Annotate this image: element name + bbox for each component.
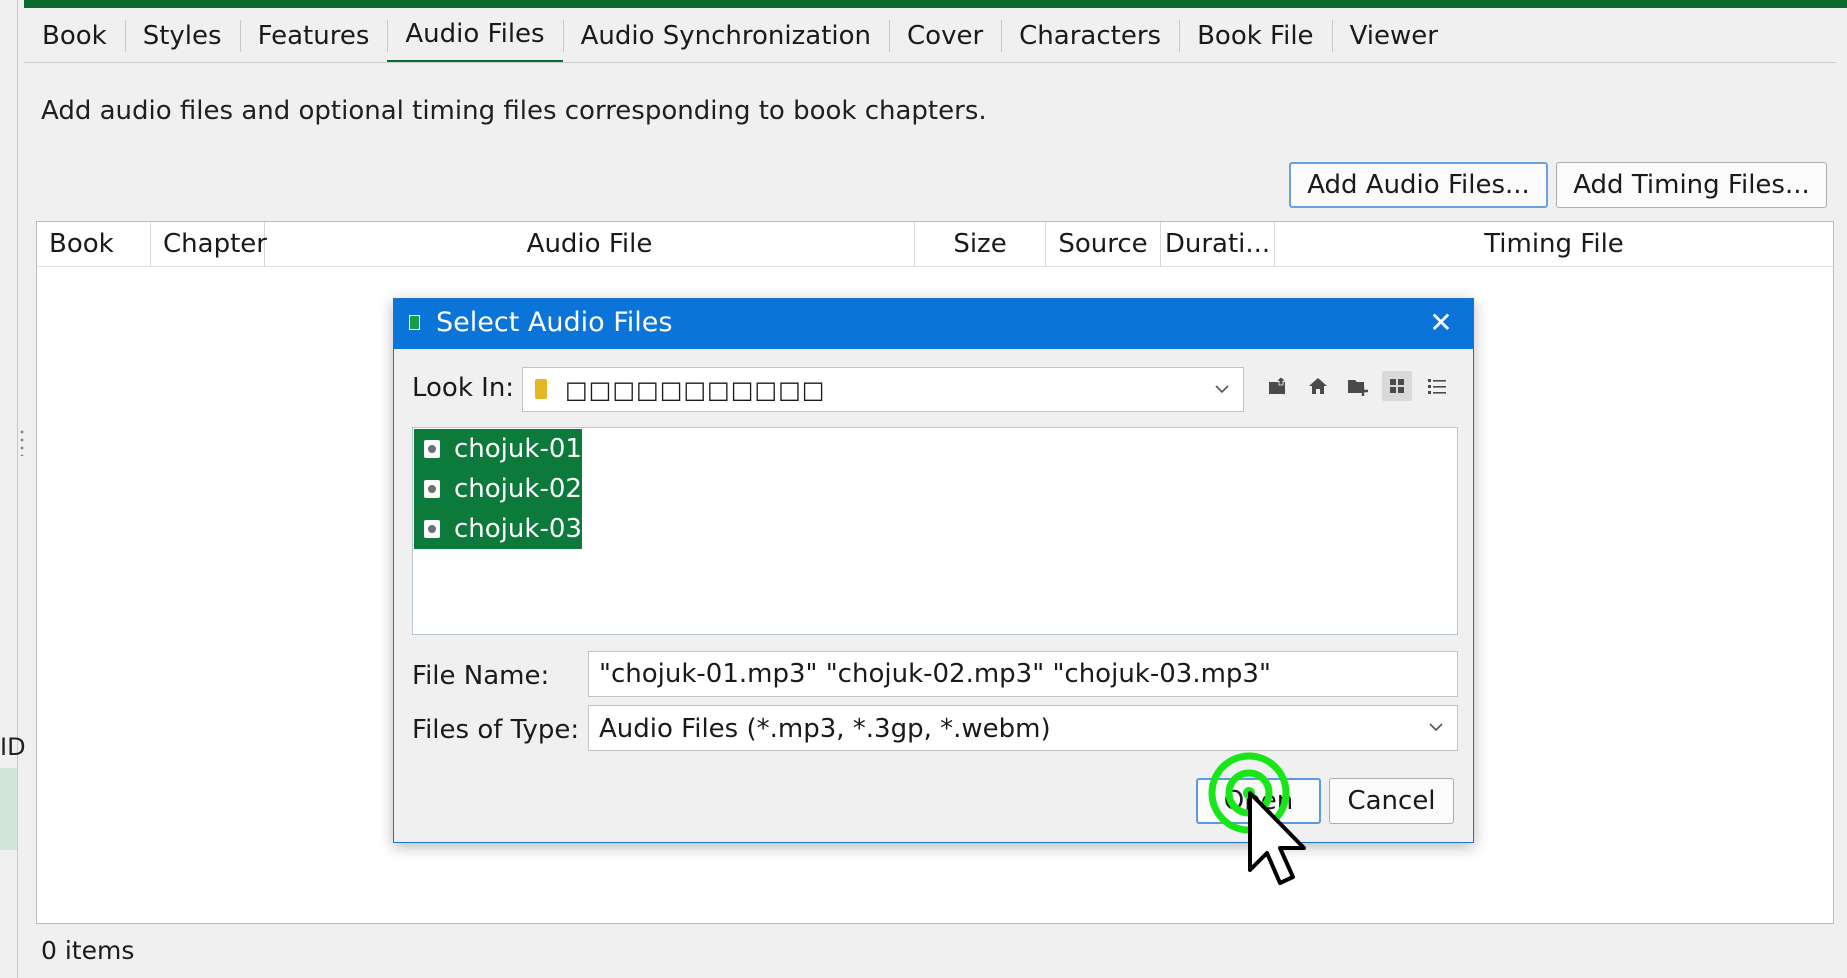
tab-label: Book File: [1197, 20, 1314, 51]
column-header-duration[interactable]: Durati...: [1161, 222, 1275, 266]
details-view-icon[interactable]: [1422, 371, 1452, 401]
file-item-chojuk-02[interactable]: chojuk-02: [414, 469, 582, 509]
new-folder-icon[interactable]: [1343, 371, 1373, 401]
cancel-button[interactable]: Cancel: [1329, 778, 1454, 824]
chevron-down-icon: [1429, 723, 1443, 732]
column-header-chapter[interactable]: Chapter: [151, 222, 267, 266]
tab-audio-synchronization[interactable]: Audio Synchronization: [562, 8, 889, 63]
top-accent-bar: [24, 0, 1847, 8]
add-timing-files-button[interactable]: Add Timing Files...: [1556, 162, 1827, 208]
file-name-input[interactable]: "chojuk-01.mp3" "chojuk-02.mp3" "chojuk-…: [588, 651, 1458, 697]
tab-label: Audio Synchronization: [580, 20, 872, 51]
dialog-title: Select Audio Files: [436, 307, 673, 338]
tab-label: Styles: [142, 20, 222, 51]
look-in-dropdown[interactable]: □□□□□□□□□□□: [522, 367, 1244, 412]
page-description: Add audio files and optional timing file…: [41, 96, 987, 126]
file-name-label: chojuk-01: [454, 434, 582, 464]
folder-icon: [535, 379, 547, 399]
audio-file-icon: [424, 440, 440, 458]
tab-styles[interactable]: Styles: [124, 8, 240, 63]
tab-viewer[interactable]: Viewer: [1331, 8, 1456, 63]
left-panel-selection: [0, 768, 17, 850]
look-in-label: Look In:: [412, 373, 515, 403]
tab-bar-divider: [24, 62, 1836, 63]
tab-label: Book: [42, 20, 107, 51]
file-name-label: chojuk-03: [454, 514, 582, 544]
tab-book[interactable]: Book: [24, 8, 125, 63]
tab-characters[interactable]: Characters: [1001, 8, 1179, 63]
file-name-value: "chojuk-01.mp3" "chojuk-02.mp3" "chojuk-…: [599, 659, 1271, 689]
file-name-label: File Name:: [412, 661, 550, 691]
home-icon[interactable]: [1303, 371, 1333, 401]
column-header-source[interactable]: Source: [1046, 222, 1161, 266]
close-icon[interactable]: ✕: [1423, 305, 1459, 341]
tab-label: Characters: [1019, 20, 1162, 51]
tab-label: Features: [257, 20, 370, 51]
add-audio-files-button[interactable]: Add Audio Files...: [1289, 162, 1548, 208]
files-of-type-label: Files of Type:: [412, 715, 580, 745]
left-panel-text: ID: [0, 733, 26, 761]
file-item-chojuk-01[interactable]: chojuk-01: [414, 429, 582, 469]
audio-file-icon: [424, 480, 440, 498]
files-of-type-value: Audio Files (*.mp3, *.3gp, *.webm): [599, 714, 1051, 744]
file-item-chojuk-03[interactable]: chojuk-03: [414, 509, 582, 549]
left-panel-border: [17, 0, 18, 978]
file-name-label: chojuk-02: [454, 474, 582, 504]
select-audio-files-dialog: Select Audio Files ✕ Look In: □□□□□□□□□□…: [393, 298, 1474, 843]
list-view-icon[interactable]: [1382, 371, 1412, 401]
look-in-value: □□□□□□□□□□□: [565, 376, 826, 404]
app-icon: [409, 315, 420, 330]
open-button[interactable]: Open: [1196, 778, 1321, 824]
tab-audio-files[interactable]: Audio Files: [387, 8, 563, 63]
file-list[interactable]: chojuk-01 chojuk-02 chojuk-03: [412, 427, 1458, 635]
audio-file-icon: [424, 520, 440, 538]
tab-label: Viewer: [1349, 20, 1438, 51]
column-header-audio-file[interactable]: Audio File: [265, 222, 915, 266]
tab-label: Audio Files: [405, 19, 545, 49]
tab-features[interactable]: Features: [239, 8, 388, 63]
tab-label: Cover: [907, 20, 984, 51]
splitter-handle[interactable]: [20, 428, 24, 456]
tab-bar: Book Styles Features Audio Files Audio S…: [24, 8, 1456, 63]
item-count-status: 0 items: [41, 936, 135, 965]
tab-cover[interactable]: Cover: [889, 8, 1001, 63]
column-header-size[interactable]: Size: [915, 222, 1046, 266]
up-one-level-icon[interactable]: [1263, 371, 1293, 401]
tab-book-file[interactable]: Book File: [1179, 8, 1331, 63]
dialog-title-bar[interactable]: Select Audio Files ✕: [394, 299, 1473, 349]
table-header-divider: [37, 266, 1833, 267]
column-header-book[interactable]: Book: [37, 222, 151, 266]
chevron-down-icon: [1215, 385, 1229, 394]
files-of-type-dropdown[interactable]: Audio Files (*.mp3, *.3gp, *.webm): [588, 705, 1458, 751]
column-header-timing-file[interactable]: Timing File: [1275, 222, 1833, 266]
